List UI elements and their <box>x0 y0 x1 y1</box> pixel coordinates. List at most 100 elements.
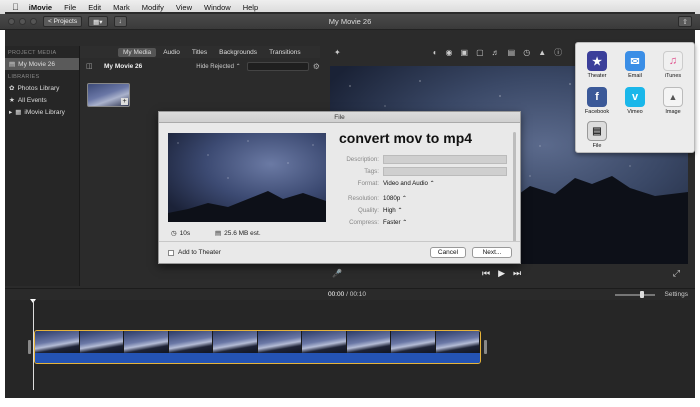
next-button[interactable]: Next... <box>472 247 512 258</box>
share-item-label: Image <box>665 109 681 115</box>
view-options-icon[interactable]: ▦▾ <box>88 16 108 27</box>
share-popover: ★ Theater ✉ Email ♫ iTunes f Facebook v … <box>575 42 695 153</box>
close-window-button[interactable] <box>8 18 15 25</box>
clip-filter-icon[interactable]: ▲ <box>538 48 546 57</box>
export-title[interactable]: convert mov to mp4 <box>339 130 472 146</box>
viewer-toolbar: ✦ ◐ ◉ ▣ ▢ ♬ ▤ ◷ ▲ ⓘ <box>322 46 582 58</box>
menu-imovie[interactable]: iMovie <box>29 3 52 12</box>
grid-icon: ▦ <box>15 109 22 116</box>
skip-back-icon[interactable]: ⏮ <box>482 268 490 279</box>
share-facebook[interactable]: f Facebook <box>580 87 614 115</box>
share-item-label: iTunes <box>664 73 682 79</box>
clip-trim-handle-right[interactable] <box>484 340 487 354</box>
description-label: Description: <box>346 155 379 163</box>
theater-icon: ★ <box>587 51 607 71</box>
magic-wand-icon[interactable]: ✦ <box>334 48 341 57</box>
menu-edit[interactable]: Edit <box>88 3 101 12</box>
volume-icon[interactable]: ♬ <box>492 48 500 57</box>
sidebar-item-imovie-library[interactable]: ▸ ▦ iMovie Library <box>5 106 79 118</box>
tab-titles[interactable]: Titles <box>187 48 212 57</box>
share-itunes[interactable]: ♫ iTunes <box>656 51 690 79</box>
sidebar-item-all-events[interactable]: ★ All Events <box>5 94 79 106</box>
sidebar-item-project[interactable]: ▤ My Movie 26 <box>5 58 79 70</box>
share-email[interactable]: ✉ Email <box>618 51 652 79</box>
menu-modify[interactable]: Modify <box>142 3 164 12</box>
tags-field[interactable] <box>383 166 507 176</box>
clip-audio-track <box>35 353 480 363</box>
noise-reduction-icon[interactable]: ▤ <box>508 48 516 57</box>
resolution-label: Resolution: <box>348 194 379 202</box>
timecode: 00:00 / 00:10 <box>328 291 366 298</box>
search-input[interactable] <box>246 61 309 71</box>
menu-help[interactable]: Help <box>243 3 258 12</box>
facebook-icon: f <box>587 87 607 107</box>
add-to-theater-label: Add to Theater <box>178 249 221 256</box>
compress-select[interactable]: Faster ⌃ <box>383 219 407 226</box>
projects-button[interactable]: < Projects <box>43 16 83 27</box>
microphone-icon[interactable]: 🎤 <box>332 269 342 278</box>
format-select[interactable]: Video and Audio ⌃ <box>383 180 435 187</box>
menu-file[interactable]: File <box>64 3 76 12</box>
tab-backgrounds[interactable]: Backgrounds <box>214 48 262 57</box>
window-toolbar: < Projects ▦▾ ↓ My Movie 26 ⇧ <box>0 14 700 30</box>
quality-select[interactable]: High ⌃ <box>383 207 403 214</box>
description-row: Description: <box>339 154 509 164</box>
zoom-slider-track[interactable] <box>615 294 655 296</box>
color-balance-icon[interactable]: ◐ <box>433 48 438 57</box>
export-file-dialog: File ◷ 10s ▤ 25.6 MB est. convert mov to… <box>158 111 521 264</box>
total-time: 00:10 <box>349 291 366 298</box>
description-field[interactable] <box>383 154 507 164</box>
resolution-row: Resolution: 1080p ⌃ <box>339 193 509 203</box>
share-icon[interactable]: ⇧ <box>678 16 692 27</box>
dialog-scrollbar[interactable] <box>513 132 516 242</box>
share-theater[interactable]: ★ Theater <box>580 51 614 79</box>
crop-icon[interactable]: ▣ <box>461 48 469 57</box>
sidebar-toggle-icon[interactable]: ◫ <box>86 62 93 70</box>
import-icon[interactable]: ↓ <box>113 16 127 27</box>
clip-trim-handle-left[interactable] <box>28 340 31 354</box>
sidebar-item-label: All Events <box>17 96 47 104</box>
share-image[interactable]: ▲ Image <box>656 87 690 115</box>
project-media-header: PROJECT MEDIA <box>8 50 57 56</box>
timeline-clip[interactable] <box>34 330 481 364</box>
speed-icon[interactable]: ◷ <box>523 48 530 57</box>
share-file[interactable]: ▤ File <box>580 121 614 149</box>
zoom-window-button[interactable] <box>30 18 37 25</box>
play-icon[interactable]: ▶ <box>498 268 505 279</box>
media-tabs: My Media Audio Titles Backgrounds Transi… <box>80 46 320 58</box>
disclosure-triangle-icon[interactable]: ▸ <box>9 108 12 116</box>
tags-row: Tags: <box>339 166 509 176</box>
current-time: 00:00 <box>328 291 345 298</box>
star-icon: ★ <box>9 97 15 104</box>
timeline-bar: 00:00 / 00:10 Settings <box>5 288 695 300</box>
media-clip-thumbnail[interactable] <box>87 83 130 107</box>
skip-forward-icon[interactable]: ⏭ <box>513 268 521 279</box>
sidebar-item-photos-library[interactable]: ✿ Photos Library <box>5 82 79 94</box>
minimize-window-button[interactable] <box>19 18 26 25</box>
tab-audio[interactable]: Audio <box>158 48 185 57</box>
apple-menu-icon[interactable]:  <box>12 2 19 12</box>
tab-my-media[interactable]: My Media <box>118 47 157 57</box>
hide-rejected-select[interactable]: Hide Rejected ⌃ <box>196 63 240 70</box>
stabilization-icon[interactable]: ▢ <box>476 48 484 57</box>
menu-view[interactable]: View <box>176 3 192 12</box>
timeline-settings-button[interactable]: Settings <box>665 291 689 298</box>
menu-window[interactable]: Window <box>204 3 231 12</box>
share-item-label: Facebook <box>584 109 610 115</box>
checkbox-icon[interactable] <box>168 249 174 256</box>
zoom-slider-knob[interactable] <box>640 291 644 298</box>
browser-project-name: My Movie 26 <box>104 62 143 70</box>
fullscreen-icon[interactable]: ⤢ <box>673 268 680 279</box>
resolution-select[interactable]: 1080p ⌃ <box>383 195 407 202</box>
color-correction-icon[interactable]: ◉ <box>446 48 453 57</box>
tab-transitions[interactable]: Transitions <box>264 48 306 57</box>
add-to-theater-checkbox[interactable]: Add to Theater <box>168 249 221 256</box>
libraries-header: LIBRARIES <box>8 74 40 80</box>
menu-mark[interactable]: Mark <box>113 3 130 12</box>
dialog-title: File <box>159 112 520 123</box>
share-vimeo[interactable]: v Vimeo <box>618 87 652 115</box>
cancel-button[interactable]: Cancel <box>430 247 466 258</box>
playback-bar: 🎤 ⏮ ▶ ⏭ ⤢ <box>322 266 692 280</box>
info-icon[interactable]: ⓘ <box>554 47 562 58</box>
gear-icon[interactable]: ⚙ <box>313 62 320 71</box>
